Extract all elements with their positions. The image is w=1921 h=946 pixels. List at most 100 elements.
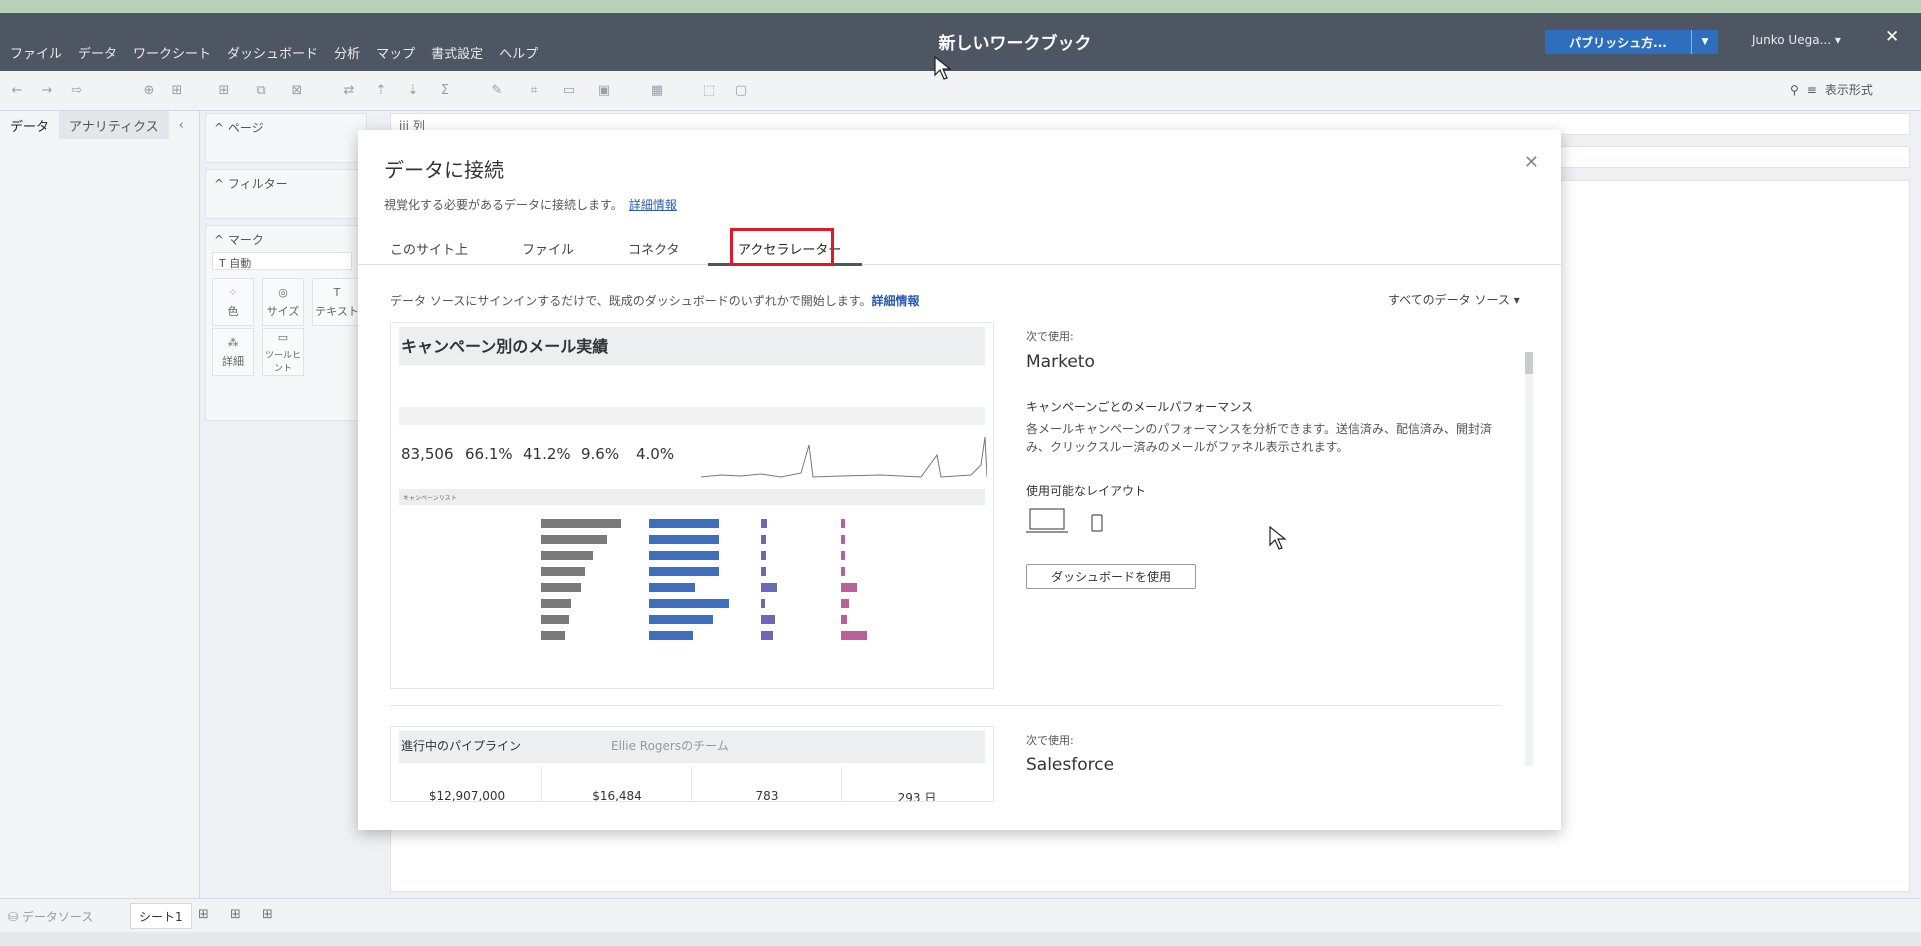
redo-icon[interactable]: → [38,82,56,98]
kpi-separator [841,767,842,801]
tab-on-this-site[interactable]: このサイト上 [390,239,468,258]
connect-tabs: このサイト上 ファイル コネクタ アクセラレーター [358,228,1561,265]
datasource-filter[interactable]: すべてのデータ ソース ▾ [1388,291,1520,308]
kpi-value: 66.1% [465,445,513,463]
source-name: Marketo [1026,352,1095,372]
open-bars [761,519,777,640]
accelerator-preview-marketo[interactable]: キャンペーン別のメール実績 83,506 66.1% 41.2% 9.6% 4.… [390,322,994,689]
color-label: 色 [227,304,239,318]
datasource-icon: ⛁ [8,910,19,924]
highlight-box [730,228,834,266]
replay-icon[interactable]: ⇨ [68,82,86,98]
preview-title: 進行中のパイプライン [401,739,522,753]
size-icon: ◎ [278,285,288,299]
accelerator-description-text: データ ソースにサインインするだけで、既成のダッシュボードのいずれかで開始します… [390,294,872,308]
preview-title: キャンペーン別のメール実績 [401,337,609,356]
pages-label: ^ ページ [214,121,264,135]
laptop-icon [1026,508,1068,533]
duplicate-icon[interactable]: ⧉ [252,82,270,98]
kpi-separator [691,767,692,801]
marks-label: ^ マーク [214,233,264,247]
clear-icon[interactable]: ⊠ [288,82,306,98]
user-menu[interactable]: Junko Uega... ▾ [1752,33,1841,47]
tooltip-label: ツールヒント [264,350,301,374]
section-divider [390,705,1502,706]
use-dashboard-button[interactable]: ダッシュボードを使用 [1026,564,1196,589]
accelerator-description: データ ソースにサインインするだけで、既成のダッシュボードのいずれかで開始します… [390,292,920,309]
status-bar [0,932,1921,946]
detail-icon: ⁂ [227,335,239,349]
close-icon[interactable]: ✕ [1524,152,1539,173]
highlight-icon[interactable]: ✎ [488,82,506,98]
publish-dropdown-icon[interactable]: ▼ [1691,30,1718,54]
sheet-tabs-bar: ⛁ データソース シート1 ⊞ ⊞ ⊞ [0,898,1921,932]
new-dashboard-icon[interactable]: ⊞ [230,907,241,922]
scrollbar-thumb[interactable] [1525,352,1533,374]
pages-card[interactable]: ^ ページ [205,113,367,163]
sort-desc-icon[interactable]: ⇣ [404,82,422,98]
publish-button[interactable]: パブリッシュ方... ▼ [1545,30,1718,54]
size-button[interactable]: ◎ サイズ [262,278,304,326]
chevron-down-icon: ▾ [1834,33,1841,47]
show-me-icon[interactable]: ▦ [648,82,666,98]
publish-label[interactable]: パブリッシュ方... [1545,30,1691,54]
tab-file[interactable]: ファイル [522,239,574,258]
tab-analytics[interactable]: アナリティクス [59,111,169,139]
tab-data[interactable]: データ [0,116,59,135]
presentation-icon[interactable]: ▢ [732,82,750,98]
new-sheet-icon[interactable]: ⊞ [215,82,233,98]
undo-icon[interactable]: ← [8,82,26,98]
tab-connectors[interactable]: コネクタ [628,239,679,258]
use-with-label: 次で使用: [1026,734,1074,747]
new-worksheet-icon[interactable]: ⊞ [198,907,209,922]
accelerator-preview-salesforce[interactable]: 進行中のパイプライン Ellie Rogersのチーム $12,907,000 … [390,726,994,802]
chevron-down-icon: ▾ [1513,293,1520,307]
filters-card[interactable]: ^ フィルター [205,169,367,219]
phone-icon [1091,514,1103,532]
close-icon[interactable]: ✕ [1885,27,1899,47]
learn-more-link[interactable]: 詳細情報 [629,198,677,212]
labels-icon[interactable]: ▭ [560,82,578,98]
new-datasource-icon[interactable]: ⊕ [140,82,158,98]
collapse-icon[interactable]: ‹ [169,118,194,133]
list-title: キャンペーンリスト [403,495,457,502]
cards-pane: ^ ページ ^ フィルター ^ マーク T 自動 ⁘ 色 ◎ サイズ T テキスト ⁂… [205,111,367,421]
accelerator-description-text: 各メールキャンペーンのパフォーマンスを分析できます。送信済み、配信済み、開封済み… [1026,422,1492,454]
scrollbar[interactable] [1525,352,1533,766]
totals-icon[interactable]: Σ [436,82,454,98]
tooltip-icon[interactable]: ⬚ [700,82,718,98]
tooltip-button[interactable]: ▭ ツールヒント [262,328,304,376]
preview-subtitle: Ellie Rogersのチーム [611,739,729,753]
window-top-strip [0,0,1921,13]
fit-icon[interactable]: ▣ [595,82,613,98]
show-format-label: 表示形式 [1824,83,1873,97]
kpi-band [399,407,985,425]
accelerator-learn-more-link[interactable]: 詳細情報 [872,294,920,308]
mark-type-value: 自動 [229,257,252,270]
mark-type-select[interactable]: T 自動 [212,252,352,270]
pin-icon: ⚲ [1790,82,1799,97]
show-format[interactable]: ⚲ ≡ 表示形式 [1790,81,1873,98]
campaign-bar-chart [541,519,867,640]
color-button[interactable]: ⁘ 色 [212,278,254,326]
new-story-icon[interactable]: ⊞ [262,907,273,922]
group-icon[interactable]: ⌗ [525,82,543,98]
toolbar: ← → ⇨ ⊕ ⊞ ⊞ ⧉ ⊠ ⇄ ⇡ ⇣ Σ ✎ ⌗ ▭ ▣ ▦ ⬚ ▢ ⚲ … [0,71,1921,111]
detail-button[interactable]: ⁂ 詳細 [212,328,254,376]
datasource-tab[interactable]: ⛁ データソース [8,908,93,925]
user-name: Junko Uega... [1752,33,1832,47]
swap-icon[interactable]: ⇄ [340,82,358,98]
title-bar: ファイル データ ワークシート ダッシュボード 分析 マップ 書式設定 ヘルプ … [0,13,1921,71]
text-label: テキスト [315,304,359,318]
sheet-tab[interactable]: シート1 [130,903,192,929]
dialog-subtitle: 視覚化する必要があるデータに接続します。 詳細情報 [384,196,677,213]
sort-asc-icon[interactable]: ⇡ [372,82,390,98]
accelerator-heading: キャンペーンごとのメールパフォーマンス [1026,400,1254,414]
pause-update-icon[interactable]: ⊞ [168,82,186,98]
rows-shelf[interactable] [1560,146,1910,168]
mouse-cursor-icon [934,56,952,80]
text-button[interactable]: T テキスト [312,278,362,326]
use-with-label: 次で使用: [1026,330,1074,343]
kpi-value: 293 日 [897,791,937,802]
datasource-tab-label: データソース [21,910,94,924]
